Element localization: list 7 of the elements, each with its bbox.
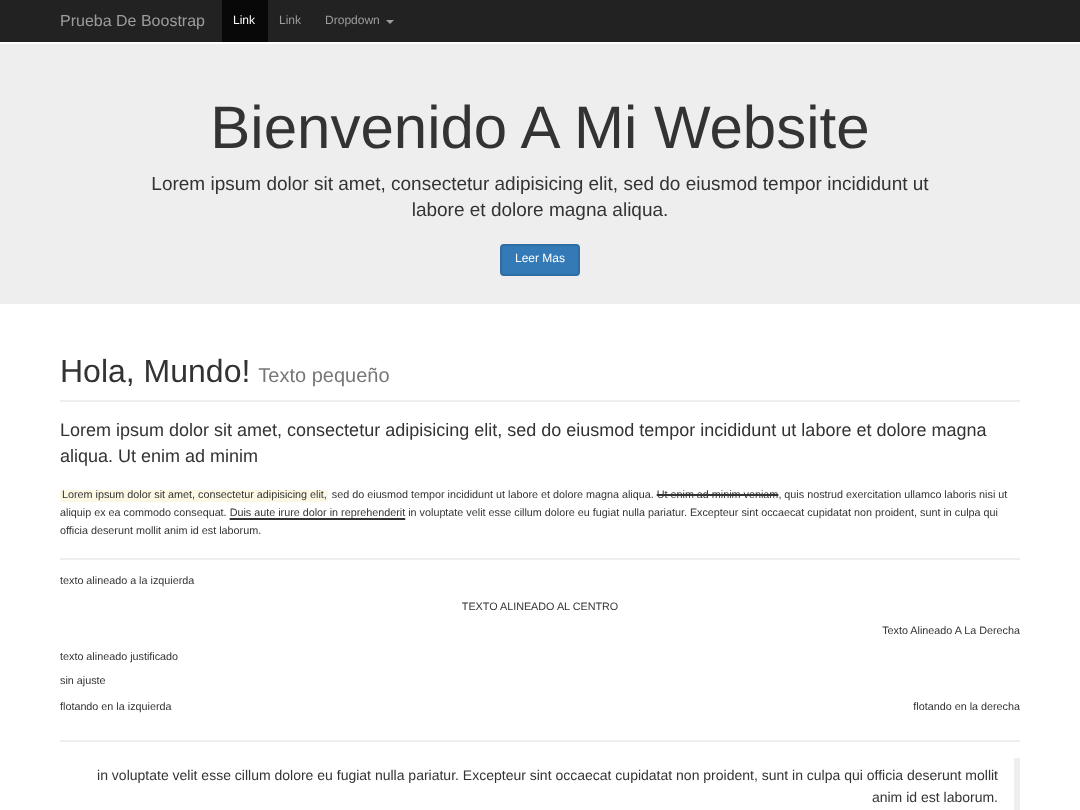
heading-subtext: Texto pequeño — [258, 366, 390, 388]
page-heading: Hola, Mundo! — [60, 356, 251, 392]
brand-link[interactable]: Prueba De Boostrap — [52, 0, 221, 42]
lead-paragraph: Lorem ipsum dolor sit amet, consectetur adipisicing elit, sed do eiusmod tempor incididunt ut labore et dolore magna aliqua. Ut enim ad minim — [60, 418, 989, 470]
caret-icon — [385, 19, 394, 23]
jumbotron-text: Lorem ipsum dolor sit amet, consectetur adipisicing elit, sed do eiusmod tempor incididunt ut labore et dolore magna aliqua. — [149, 172, 931, 224]
jumbotron-title: Bienvenido A Mi Website — [208, 96, 872, 164]
